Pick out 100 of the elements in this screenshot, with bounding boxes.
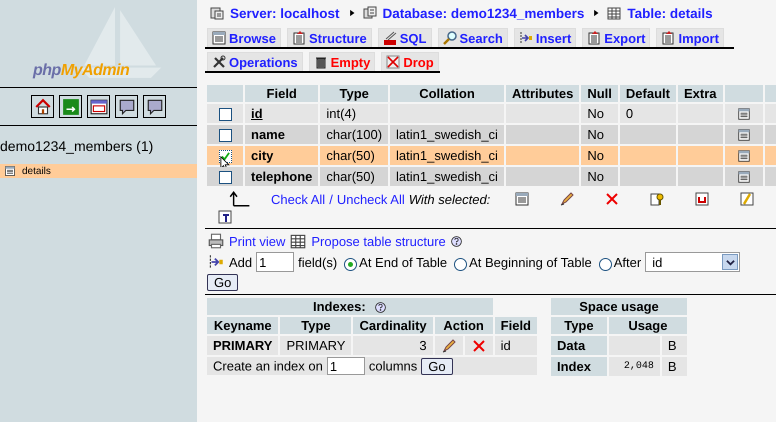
after-field-dropdown[interactable]: id bbox=[645, 252, 740, 272]
table-cell: latin1_swedish_ci bbox=[390, 125, 504, 144]
browse-icon[interactable] bbox=[736, 149, 751, 164]
column-header: Null bbox=[581, 85, 618, 102]
docs-icon bbox=[146, 98, 164, 116]
pencil-icon[interactable] bbox=[559, 191, 576, 207]
column-header: Type bbox=[551, 317, 607, 334]
table-cell: 2,048 bbox=[608, 357, 660, 376]
count-field[interactable]: 1 bbox=[256, 252, 294, 272]
link[interactable]: Print view bbox=[229, 234, 286, 248]
table-cell: id bbox=[245, 104, 318, 123]
server-icon bbox=[209, 5, 225, 21]
checkbox[interactable] bbox=[218, 129, 232, 142]
header-cell bbox=[724, 85, 763, 102]
checkmark-icon bbox=[220, 152, 230, 162]
table-cell bbox=[620, 146, 676, 165]
column-header: Type bbox=[320, 85, 388, 102]
radio-label: At End of Table bbox=[359, 254, 448, 270]
browse-icon[interactable] bbox=[736, 107, 751, 122]
table-cell: telephone bbox=[245, 167, 318, 186]
column-header: Field bbox=[245, 85, 318, 102]
radio-button[interactable] bbox=[454, 258, 468, 270]
breadcrumb-link[interactable]: Database: demo1234_members bbox=[382, 6, 584, 20]
browse-icon[interactable] bbox=[736, 170, 751, 184]
breadcrumb-link[interactable]: Table: details bbox=[627, 6, 713, 20]
tab[interactable]: SQL bbox=[378, 28, 432, 47]
tab[interactable]: Browse bbox=[207, 28, 281, 47]
tab[interactable]: Import bbox=[656, 28, 724, 47]
table-cell: No bbox=[581, 104, 618, 123]
checkbox[interactable] bbox=[218, 108, 232, 122]
help-icon[interactable] bbox=[374, 301, 387, 314]
help-icon[interactable] bbox=[450, 234, 463, 248]
fulltext-icon[interactable] bbox=[217, 208, 233, 225]
radio-button[interactable] bbox=[598, 258, 612, 270]
delete-icon[interactable] bbox=[604, 191, 620, 207]
clipboard-icon bbox=[290, 30, 307, 46]
column-header: Field bbox=[494, 317, 537, 334]
checkbox[interactable] bbox=[218, 171, 232, 184]
table-icon bbox=[211, 30, 227, 46]
help-button[interactable] bbox=[115, 95, 138, 118]
column-header: Cardinality bbox=[353, 317, 433, 334]
table-cell bbox=[678, 125, 722, 144]
link[interactable]: Propose table structure bbox=[311, 234, 446, 248]
column-header: Extra bbox=[678, 85, 722, 102]
table-cell: No bbox=[581, 167, 618, 186]
table-icon bbox=[289, 232, 308, 250]
table-cell bbox=[620, 125, 676, 144]
table-cell: int(4) bbox=[320, 104, 388, 123]
pen-icon bbox=[382, 30, 398, 46]
exit-icon bbox=[62, 98, 80, 116]
pencil-icon[interactable] bbox=[440, 338, 457, 354]
table-cell bbox=[608, 336, 660, 355]
tab[interactable]: Search bbox=[438, 28, 508, 47]
table-cell: PRIMARY bbox=[207, 336, 278, 356]
table-icon bbox=[4, 165, 16, 177]
go-button[interactable]: Go bbox=[421, 358, 453, 375]
table-cell: latin1_swedish_ci bbox=[390, 146, 504, 165]
table-cell bbox=[678, 146, 722, 165]
crossed-box-icon bbox=[385, 54, 402, 70]
table-cell: char(50) bbox=[320, 146, 388, 165]
table-icon bbox=[606, 5, 622, 21]
table-cell: No bbox=[581, 146, 618, 165]
go-button[interactable]: Go bbox=[207, 274, 238, 291]
printer-icon bbox=[207, 232, 225, 250]
column-header: Attributes bbox=[506, 85, 580, 102]
database-icon bbox=[362, 5, 378, 21]
document-icon bbox=[660, 30, 676, 46]
exit-button[interactable] bbox=[59, 95, 82, 118]
uncheck-all-link[interactable]: Uncheck All bbox=[336, 192, 405, 206]
breadcrumb-link[interactable]: Server: localhost bbox=[230, 6, 340, 20]
docs-button[interactable] bbox=[143, 95, 166, 118]
tools-icon bbox=[211, 54, 227, 70]
columns-count-field[interactable]: 1 bbox=[326, 357, 365, 376]
home-button[interactable] bbox=[31, 95, 54, 118]
database-link[interactable]: demo1234_members (1) bbox=[0, 138, 197, 154]
browse-icon[interactable] bbox=[736, 128, 751, 142]
caret-icon bbox=[726, 258, 735, 266]
key-icon[interactable] bbox=[649, 191, 666, 207]
tab[interactable]: Structure bbox=[286, 28, 372, 47]
header-cell bbox=[207, 85, 243, 102]
radio-button[interactable] bbox=[344, 258, 358, 270]
column-header: Type bbox=[280, 317, 352, 334]
insert-icon bbox=[518, 30, 534, 46]
logo-text: phpMyAdmin bbox=[33, 62, 130, 80]
column-header: Keyname bbox=[207, 317, 278, 334]
table-list-item[interactable]: details bbox=[0, 164, 197, 178]
check-all-link[interactable]: Check All bbox=[271, 192, 326, 206]
table-cell: No bbox=[581, 125, 618, 144]
query-window-button[interactable] bbox=[87, 95, 110, 118]
index-icon[interactable] bbox=[739, 191, 756, 207]
home-icon bbox=[34, 98, 52, 116]
column-header: Action bbox=[434, 317, 493, 334]
tab[interactable]: Operations bbox=[207, 52, 303, 71]
unique-icon[interactable] bbox=[694, 191, 710, 207]
delete-icon[interactable] bbox=[470, 338, 487, 354]
document-icon bbox=[586, 30, 602, 46]
tab[interactable]: Export bbox=[582, 28, 650, 47]
browse-icon[interactable] bbox=[514, 191, 530, 207]
tab[interactable]: Insert bbox=[514, 28, 576, 47]
row-header: Data bbox=[551, 336, 607, 355]
